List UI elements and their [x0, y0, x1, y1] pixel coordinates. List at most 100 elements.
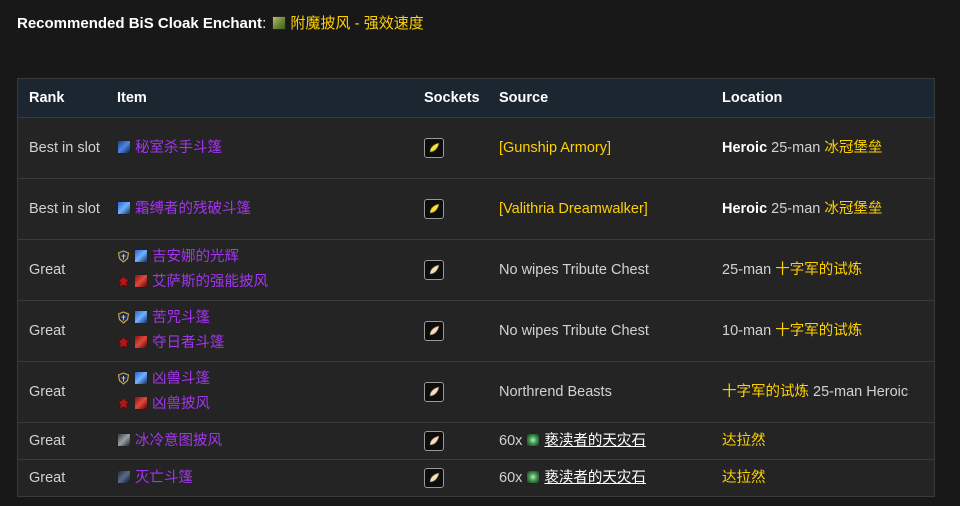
item-link[interactable]: 灭亡斗篷 [135, 470, 193, 486]
difficulty-label: Heroic [722, 139, 768, 156]
table-row: Great 苦咒斗篷 夺日者斗篷 No wipes Tribute Chest [17, 300, 935, 362]
prismatic-socket-icon [424, 467, 444, 488]
cloak-icon[interactable] [117, 200, 131, 215]
alliance-icon [117, 311, 130, 324]
table-row: Great 吉安娜的光辉 艾萨斯的强能披风 No wipes Tribute C… [17, 239, 935, 301]
zone-link[interactable]: 十字军的试炼 [722, 384, 809, 400]
socket-cell [413, 178, 488, 240]
alliance-item-line: 苦咒斗篷 [117, 306, 413, 331]
stone-icon[interactable] [526, 469, 541, 484]
currency-link[interactable]: 亵渎者的天灾石 [544, 470, 646, 486]
item-link[interactable]: 凶兽披风 [152, 396, 210, 412]
item-cell: 吉安娜的光辉 艾萨斯的强能披风 [106, 239, 413, 301]
item-link[interactable]: 夺日者斗篷 [152, 335, 225, 351]
header-location: Location [711, 78, 935, 118]
cloak-icon[interactable] [134, 335, 148, 349]
cloak-icon[interactable] [117, 469, 131, 484]
source-cell: [Valithria Dreamwalker] [488, 178, 711, 240]
prismatic-socket-icon [424, 320, 444, 341]
source-link[interactable]: [Gunship Armory] [499, 140, 611, 156]
header-rank: Rank [17, 78, 106, 118]
zone-link[interactable]: 冰冠堡垒 [824, 201, 882, 217]
raid-size-label: 25-man [813, 383, 863, 400]
item-cell: 灭亡斗篷 [106, 459, 413, 497]
raid-size-label: 10-man [722, 322, 772, 339]
rank-cell: Great [17, 239, 106, 301]
raid-size-label: 25-man [771, 200, 821, 217]
item-link[interactable]: 吉安娜的光辉 [152, 249, 239, 265]
cloak-icon[interactable] [134, 274, 148, 288]
item-link[interactable]: 冰冷意图披风 [135, 433, 222, 449]
cloak-icon[interactable] [134, 371, 148, 385]
rank-cell: Great [17, 300, 106, 362]
prismatic-socket-icon [424, 430, 444, 451]
item-cell: 秘室杀手斗篷 [106, 117, 413, 179]
raid-size-label: 25-man [771, 139, 821, 156]
item-link[interactable]: 苦咒斗篷 [152, 310, 210, 326]
currency-link[interactable]: 亵渎者的天灾石 [544, 433, 646, 449]
socket-cell [413, 422, 488, 460]
item-link[interactable]: 霜缚者的残破斗篷 [135, 201, 251, 217]
raid-size-label: 25-man [722, 261, 772, 278]
source-cell: No wipes Tribute Chest [488, 239, 711, 301]
zone-link[interactable]: 冰冠堡垒 [824, 140, 882, 156]
socket-cell [413, 300, 488, 362]
alliance-item-line: 凶兽斗篷 [117, 367, 413, 392]
rank-cell: Best in slot [17, 117, 106, 179]
header-source: Source [488, 78, 711, 118]
socket-cell [413, 459, 488, 497]
enchant-recommendation: Recommended BiS Cloak Enchant: 附魔披风 - 强效… [17, 13, 424, 35]
source-cell: 60x 亵渎者的天灾石 [488, 459, 711, 497]
header-sockets: Sockets [413, 78, 488, 118]
zone-link[interactable]: 达拉然 [722, 433, 766, 449]
source-cell: [Gunship Armory] [488, 117, 711, 179]
table-row: Great 灭亡斗篷 60x 亵渎者的天灾石 达拉然 [17, 459, 935, 497]
item-cell: 苦咒斗篷 夺日者斗篷 [106, 300, 413, 362]
enchant-scroll-icon[interactable] [272, 16, 287, 30]
enchant-separator: : [262, 15, 267, 32]
currency-quantity: 60x [499, 432, 523, 449]
enchant-link[interactable]: 附魔披风 - 强效速度 [290, 15, 423, 32]
cloak-icon[interactable] [117, 432, 131, 447]
horde-item-line: 艾萨斯的强能披风 [117, 270, 413, 295]
location-cell: 达拉然 [711, 422, 935, 460]
source-cell: 60x 亵渎者的天灾石 [488, 422, 711, 460]
horde-icon [117, 397, 130, 410]
location-cell: 10-man 十字军的试炼 [711, 300, 935, 362]
item-link[interactable]: 艾萨斯的强能披风 [152, 274, 268, 290]
rank-cell: Best in slot [17, 178, 106, 240]
table-header-row: Rank Item Sockets Source Location [17, 78, 935, 118]
yellow-socket-icon [424, 137, 444, 158]
horde-icon [117, 336, 130, 349]
item-cell: 凶兽斗篷 凶兽披风 [106, 361, 413, 423]
cloak-icon[interactable] [117, 139, 131, 154]
yellow-socket-icon [424, 198, 444, 219]
location-cell: Heroic 25-man 冰冠堡垒 [711, 178, 935, 240]
horde-item-line: 夺日者斗篷 [117, 331, 413, 356]
rank-cell: Great [17, 422, 106, 460]
alliance-item-line: 吉安娜的光辉 [117, 245, 413, 270]
cloak-icon[interactable] [134, 310, 148, 324]
source-cell: No wipes Tribute Chest [488, 300, 711, 362]
prismatic-socket-icon [424, 259, 444, 280]
location-cell: 十字军的试炼 25-man Heroic [711, 361, 935, 423]
page: Recommended BiS Cloak Enchant: 附魔披风 - 强效… [0, 0, 960, 506]
source-link[interactable]: [Valithria Dreamwalker] [499, 201, 648, 217]
cloak-icon[interactable] [134, 249, 148, 263]
table-row: Great 冰冷意图披风 60x 亵渎者的天灾石 达拉然 [17, 422, 935, 460]
location-cell: 达拉然 [711, 459, 935, 497]
zone-link[interactable]: 达拉然 [722, 470, 766, 486]
rank-cell: Great [17, 361, 106, 423]
table-row: Great 凶兽斗篷 凶兽披风 Northrend Beasts 十字军的试炼 … [17, 361, 935, 423]
source-cell: Northrend Beasts [488, 361, 711, 423]
zone-link[interactable]: 十字军的试炼 [775, 323, 862, 339]
zone-link[interactable]: 十字军的试炼 [775, 262, 862, 278]
item-link[interactable]: 凶兽斗篷 [152, 371, 210, 387]
item-link[interactable]: 秘室杀手斗篷 [135, 140, 222, 156]
header-item: Item [106, 78, 413, 118]
stone-icon[interactable] [526, 432, 541, 447]
prismatic-socket-icon [424, 381, 444, 402]
cloak-icon[interactable] [134, 396, 148, 410]
table-row: Best in slot 秘室杀手斗篷 [Gunship Armory] Her… [17, 117, 935, 179]
alliance-icon [117, 372, 130, 385]
